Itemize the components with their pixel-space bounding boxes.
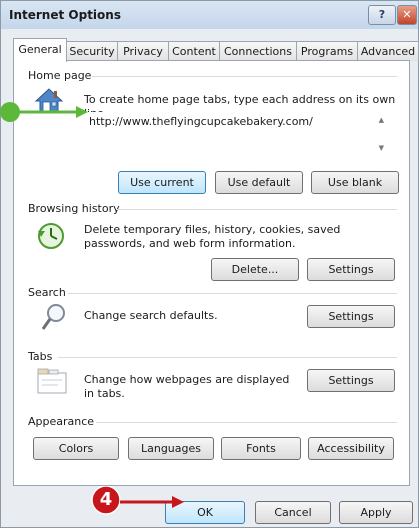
languages-button[interactable]: Languages	[128, 437, 214, 460]
internet-options-window: Internet Options ? ✕ General Security Pr…	[0, 0, 419, 528]
browsing-history-settings-button[interactable]: Settings	[307, 258, 395, 281]
home-page-divider	[92, 76, 397, 77]
appearance-section-label: Appearance	[28, 415, 95, 428]
tab-general[interactable]: General	[13, 38, 67, 62]
home-page-url-text: http://www.theflyingcupcakebakery.com/	[89, 115, 313, 128]
tab-connections[interactable]: Connections	[219, 41, 297, 61]
magnifier-icon	[40, 302, 68, 332]
step-4-label: 4	[99, 489, 113, 510]
colors-button[interactable]: Colors	[33, 437, 119, 460]
apply-button[interactable]: Apply	[339, 501, 413, 524]
search-description: Change search defaults.	[84, 309, 218, 322]
search-section-label: Search	[28, 286, 66, 299]
close-button[interactable]: ✕	[397, 5, 417, 25]
search-settings-button[interactable]: Settings	[307, 305, 395, 328]
browsing-history-description: Delete temporary files, history, cookies…	[84, 223, 341, 250]
tabs-description: Change how webpages are displayed in tab…	[84, 373, 290, 400]
tab-programs[interactable]: Programs	[296, 41, 358, 61]
tab-privacy[interactable]: Privacy	[117, 41, 169, 61]
tabs-section-label: Tabs	[28, 350, 53, 363]
home-page-section-label: Home page	[28, 69, 92, 82]
title-bar: Internet Options ? ✕	[1, 1, 418, 29]
tabs-icon	[36, 367, 68, 395]
accessibility-button[interactable]: Accessibility	[308, 437, 394, 460]
browsing-history-section-label: Browsing history	[28, 202, 120, 215]
cancel-button[interactable]: Cancel	[255, 501, 331, 524]
history-clock-icon	[36, 221, 66, 251]
help-button[interactable]: ?	[368, 5, 396, 25]
scroll-down-icon[interactable]: ▼	[379, 144, 384, 152]
tabs-divider	[58, 357, 397, 358]
fonts-button[interactable]: Fonts	[221, 437, 301, 460]
tab-advanced[interactable]: Advanced	[357, 41, 419, 61]
tab-strip: General Security Privacy Content Connect…	[13, 38, 419, 62]
scroll-up-icon[interactable]: ▲	[379, 116, 384, 124]
home-page-url-field[interactable]: http://www.theflyingcupcakebakery.com/ ▲…	[85, 112, 390, 158]
tab-content[interactable]: Content	[168, 41, 220, 61]
dialog-footer: OK Cancel Apply	[1, 485, 418, 527]
appearance-divider	[96, 422, 397, 423]
step-4-annotation: 4	[90, 485, 190, 522]
tab-security[interactable]: Security	[66, 41, 118, 61]
search-divider	[68, 293, 397, 294]
use-default-button[interactable]: Use default	[215, 171, 303, 194]
window-title: Internet Options	[9, 8, 121, 22]
delete-history-button[interactable]: Delete...	[211, 258, 299, 281]
use-current-button[interactable]: Use current	[118, 171, 206, 194]
browsing-history-divider	[116, 209, 397, 210]
use-blank-button[interactable]: Use blank	[311, 171, 399, 194]
tabs-settings-button[interactable]: Settings	[307, 369, 395, 392]
url-pointer-annotation	[0, 100, 90, 124]
